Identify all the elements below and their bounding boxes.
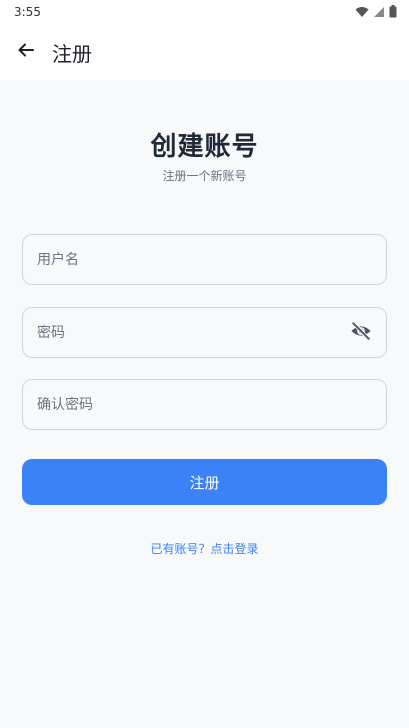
username-field[interactable] (22, 234, 387, 285)
status-bar: 3:55 (0, 0, 409, 24)
signal-icon (373, 6, 385, 21)
form-heading: 创建账号 (150, 132, 259, 162)
battery-icon (389, 5, 397, 21)
confirm-password-input[interactable] (37, 396, 374, 413)
register-form-container: 创建账号 注册一个新账号 注册 已有账号？点击登录 (0, 80, 409, 728)
confirm-password-field[interactable] (22, 379, 387, 430)
form-subheading: 注册一个新账号 (162, 169, 247, 183)
back-button[interactable] (10, 36, 42, 68)
password-field[interactable] (22, 307, 387, 358)
password-input[interactable] (37, 324, 348, 341)
status-icons (355, 5, 397, 21)
toggle-password-visibility-button[interactable] (348, 320, 374, 346)
eye-off-icon (350, 320, 372, 346)
arrow-left-icon (17, 41, 35, 63)
username-input[interactable] (37, 251, 374, 268)
wifi-icon (355, 6, 369, 21)
app-bar: 注册 (0, 24, 409, 80)
status-time: 3:55 (14, 5, 41, 19)
login-link[interactable]: 已有账号？点击登录 (0, 540, 409, 557)
register-button[interactable]: 注册 (22, 459, 387, 505)
page-title: 注册 (52, 42, 92, 66)
